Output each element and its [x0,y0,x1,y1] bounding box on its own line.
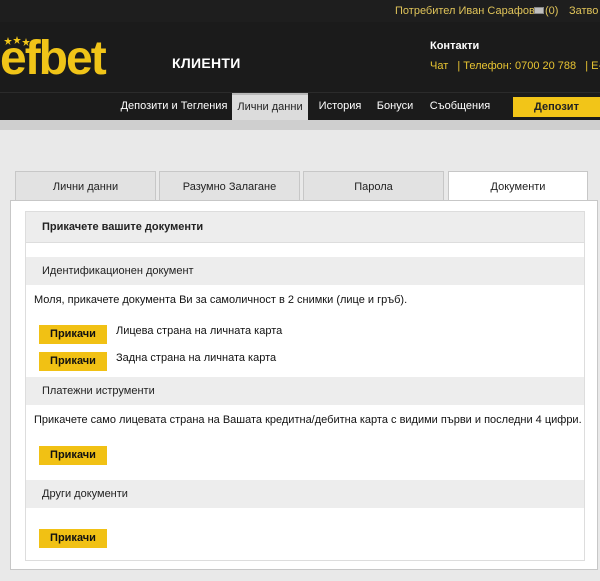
nav-history[interactable]: История [312,93,368,121]
chat-link[interactable]: Чат [430,60,448,72]
payment-instructions: Прикачете само лицевата страна на Вашата… [34,414,582,426]
deposit-button[interactable]: Депозит [513,97,600,117]
messages-count: (0) [545,5,559,17]
tab-password[interactable]: Парола [303,171,444,201]
attach-other-button[interactable]: Прикачи [39,529,107,548]
header-divider [0,120,600,130]
nav-personal-data[interactable]: Лични данни [232,93,308,121]
payment-section-header: Платежни иструменти [26,377,584,405]
envelope-icon [534,7,544,14]
contacts-title: Контакти [430,40,480,52]
section-title: КЛИЕНТИ [172,55,241,71]
nav-messages[interactable]: Съобщения [424,93,496,121]
tab-documents[interactable]: Документи [448,171,588,202]
divider [26,242,584,243]
documents-title: Прикачете вашите документи [26,212,584,242]
tab-personal-data[interactable]: Лични данни [15,171,156,201]
attach-id-back-button[interactable]: Прикачи [39,352,107,371]
documents-panel: Прикачете вашите документи Идентификацио… [10,200,598,570]
id-back-label: Задна страна на личната карта [116,352,277,364]
header: efbet КЛИЕНТИ Контакти Чат | Телефон: 07… [0,22,600,92]
user-link[interactable]: Потребител Иван Сарафов [395,5,535,17]
stars-icon [4,36,30,46]
documents-box: Прикачете вашите документи Идентификацио… [25,211,585,561]
contacts-line: Чат | Телефон: 0700 20 788 | E-mail [430,60,600,72]
nav-deposits-withdrawals[interactable]: Депозити и Тегления [118,93,230,121]
efbet-logo[interactable]: efbet [0,34,170,84]
main-nav: Депозити и Тегления Лични данни История … [0,92,600,121]
id-instructions: Моля, прикачете документа Ви за самоличн… [34,294,408,306]
nav-bonuses[interactable]: Бонуси [372,93,418,121]
other-section-header: Други документи [26,480,584,508]
attach-payment-button[interactable]: Прикачи [39,446,107,465]
top-bar: Потребител Иван Сарафов (0) Затво [0,0,600,22]
close-link[interactable]: Затво [569,5,598,17]
attach-id-front-button[interactable]: Прикачи [39,325,107,344]
phone-link[interactable]: | Телефон: 0700 20 788 [457,60,576,72]
messages-link[interactable]: (0) [534,5,558,17]
id-front-label: Лицева страна на личната карта [116,325,283,337]
id-section-header: Идентификационен документ [26,257,584,285]
email-link[interactable]: | E-mail [585,60,600,72]
tab-responsible-gambling[interactable]: Разумно Залагане [159,171,300,201]
